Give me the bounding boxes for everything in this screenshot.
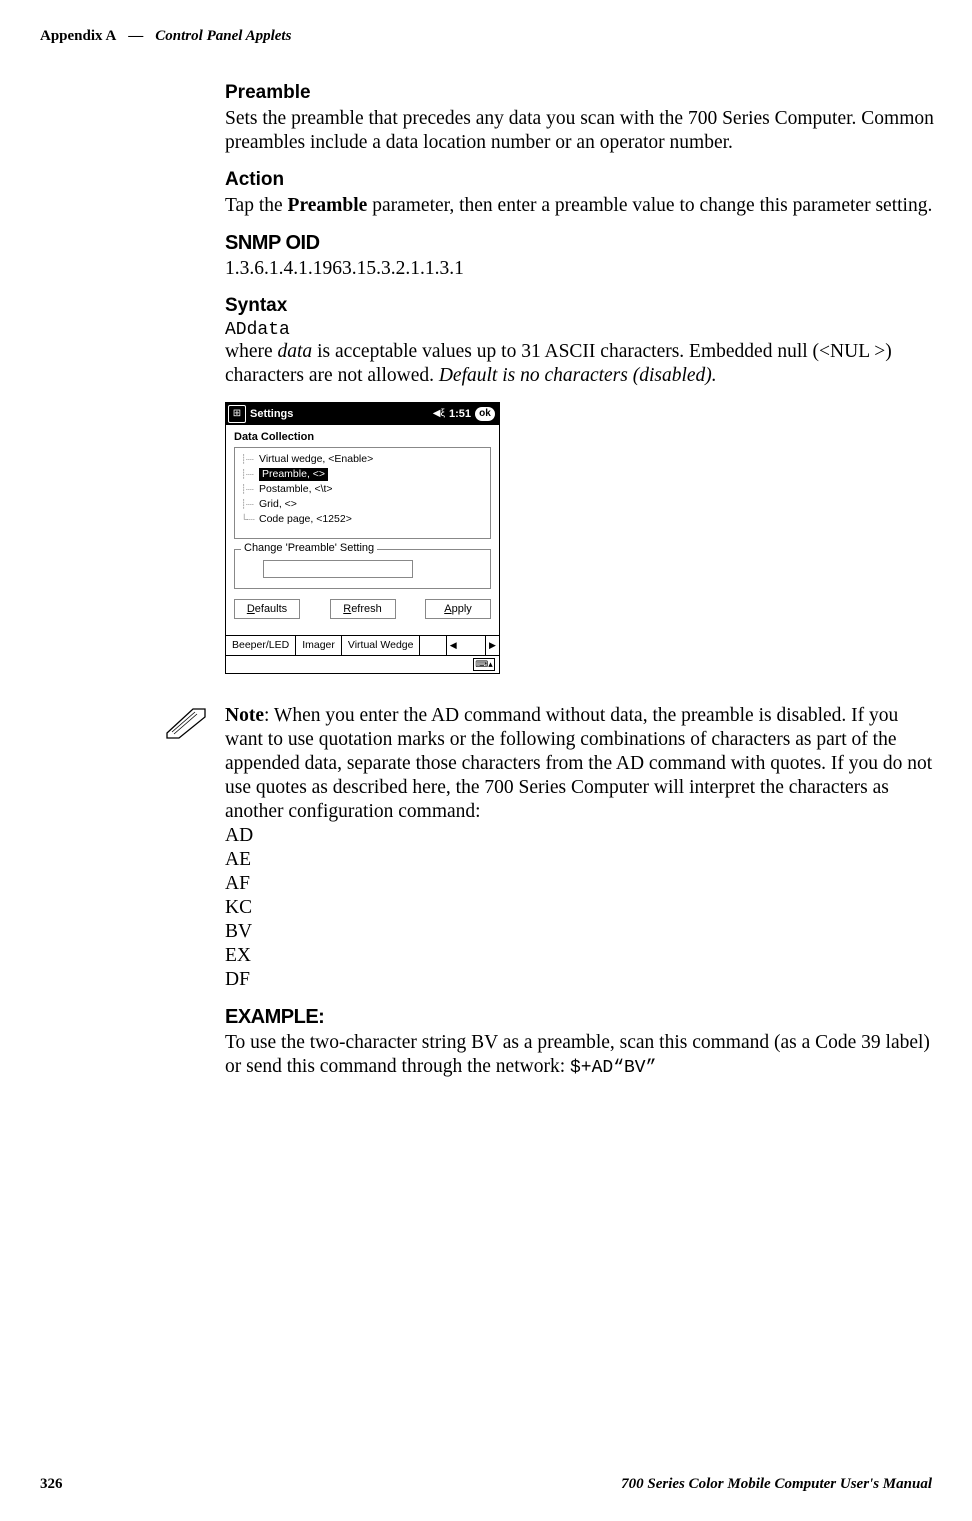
note-body: : When you enter the AD command without … (225, 705, 932, 822)
group-legend: Change 'Preamble' Setting (241, 542, 377, 554)
running-footer: 326 700 Series Color Mobile Computer Use… (40, 1476, 932, 1493)
tree-item[interactable]: ┊····Grid, <> (239, 497, 486, 512)
note-code: BV (225, 921, 252, 942)
note-icon (165, 706, 209, 745)
example-code: $+AD“BV” (570, 1058, 656, 1078)
tree-item[interactable]: ┊····Virtual wedge, <Enable> (239, 452, 486, 467)
device-screenshot: ⊞ Settings ◀ξ 1:51 ok Data Collection ┊·… (225, 402, 500, 674)
syntax-heading: Syntax (225, 295, 935, 317)
example-body: To use the two-character string BV as a … (225, 1031, 935, 1079)
action-bold: Preamble (288, 195, 368, 216)
clock-time: 1:51 (449, 408, 471, 420)
tree-item[interactable]: └····Code page, <1252> (239, 512, 486, 527)
preamble-heading: Preamble (225, 82, 935, 104)
page-number: 326 (40, 1476, 63, 1493)
action-after: parameter, then enter a preamble value t… (367, 195, 932, 216)
snmp-heading: SNMP OID (225, 232, 935, 255)
syntax-code: ADdata (225, 320, 935, 340)
start-icon[interactable]: ⊞ (228, 405, 246, 423)
note-code: DF (225, 969, 250, 990)
tree-item-selected[interactable]: ┊····Preamble, <> (239, 467, 486, 482)
tree-item[interactable]: ┊····Postamble, <\t> (239, 482, 486, 497)
syntax-where-italic: data (278, 341, 313, 362)
tab-strip: Beeper/LED Imager Virtual Wedge ◀ ▶ (226, 635, 499, 655)
tab-virtual-wedge[interactable]: Virtual Wedge (342, 636, 421, 655)
header-title: Control Panel Applets (155, 28, 291, 45)
refresh-button[interactable]: Refresh (330, 599, 396, 619)
ok-button[interactable]: ok (475, 407, 495, 421)
keyboard-icon[interactable]: ⌨▴ (473, 658, 495, 671)
action-before: Tap the (225, 195, 288, 216)
preamble-input[interactable] (263, 560, 413, 578)
snmp-value: 1.3.6.1.4.1.1963.15.3.2.1.1.3.1 (225, 257, 935, 281)
header-sep: — (128, 28, 143, 45)
syntax-where: where data is acceptable values up to 31… (225, 340, 935, 388)
applet-title: Data Collection (226, 425, 499, 445)
tab-imager[interactable]: Imager (296, 636, 342, 655)
titlebar: ⊞ Settings ◀ξ 1:51 ok (226, 403, 499, 425)
note-code: KC (225, 897, 252, 918)
tab-scroll-right-icon[interactable]: ▶ (485, 636, 499, 655)
defaults-button[interactable]: Defaults (234, 599, 300, 619)
tab-beeper-led[interactable]: Beeper/LED (226, 636, 296, 655)
apply-button[interactable]: Apply (425, 599, 491, 619)
footer-title: 700 Series Color Mobile Computer User's … (621, 1476, 932, 1493)
tree-view[interactable]: ┊····Virtual wedge, <Enable> ┊····Preamb… (234, 447, 491, 539)
note-code: EX (225, 945, 251, 966)
window-title: Settings (250, 408, 433, 420)
note-code: AF (225, 873, 250, 894)
tab-scroll-left-icon[interactable]: ◀ (446, 636, 460, 655)
example-heading: EXAMPLE: (225, 1006, 935, 1029)
change-setting-group: Change 'Preamble' Setting (234, 549, 491, 589)
speaker-icon[interactable]: ◀ξ (433, 408, 445, 419)
preamble-body: Sets the preamble that precedes any data… (225, 107, 935, 155)
note-code: AE (225, 849, 251, 870)
running-header: Appendix A — Control Panel Applets (40, 28, 932, 45)
header-appendix: Appendix A (40, 28, 116, 45)
action-body: Tap the Preamble parameter, then enter a… (225, 194, 935, 218)
syntax-where-default: Default is no characters (disabled). (439, 365, 717, 386)
note-label: Note (225, 705, 264, 726)
note-code: AD (225, 825, 253, 846)
sip-bar: ⌨▴ (226, 655, 499, 673)
syntax-where-before: where (225, 341, 278, 362)
action-heading: Action (225, 169, 935, 191)
